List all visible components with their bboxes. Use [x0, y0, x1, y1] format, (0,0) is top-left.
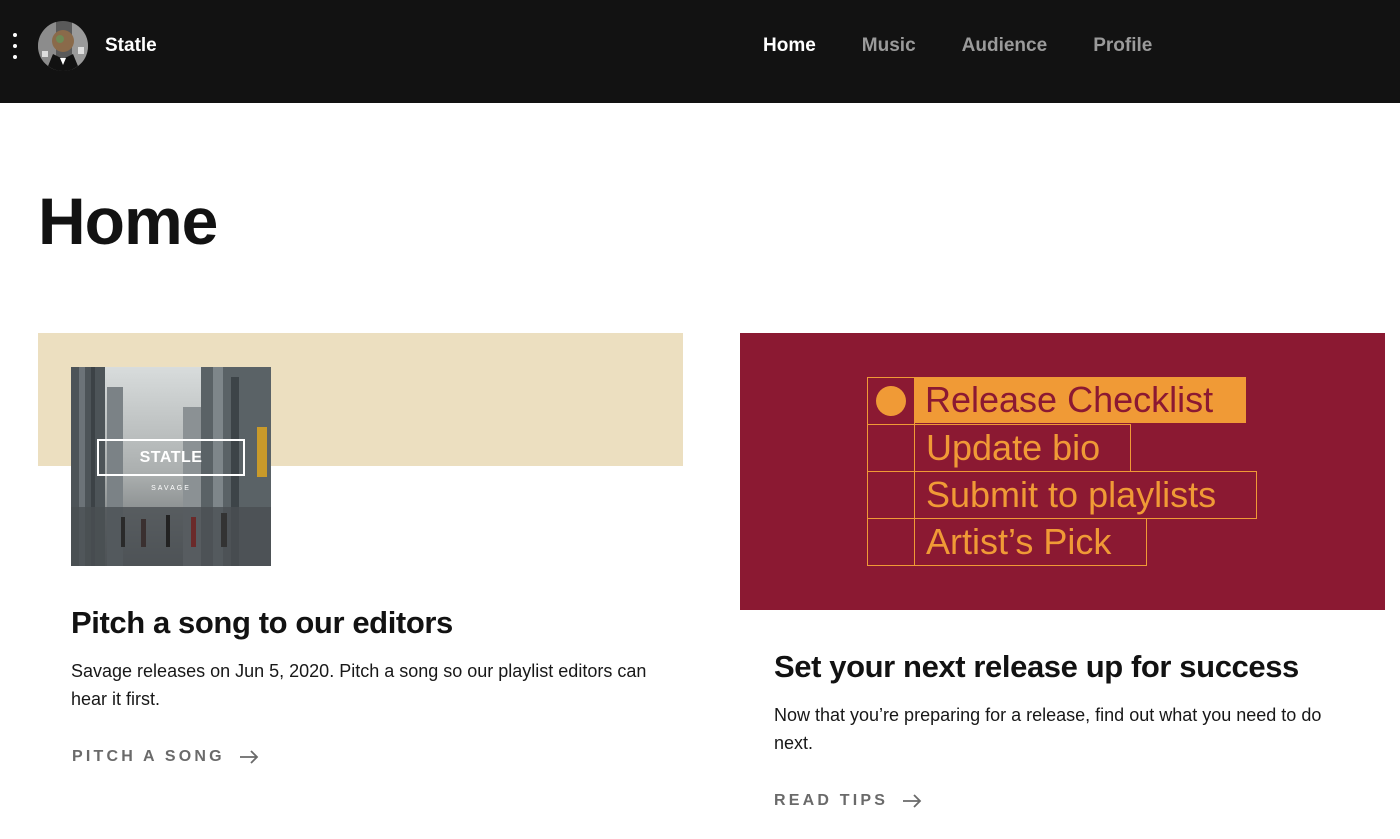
main-nav: Home Music Audience Profile: [763, 35, 1152, 57]
avatar[interactable]: [38, 21, 88, 71]
nav-item-home[interactable]: Home: [763, 35, 816, 57]
checklist-cell: [867, 471, 915, 519]
checklist-item: Update bio: [914, 424, 1131, 472]
nav-item-music[interactable]: Music: [862, 35, 916, 57]
release-cover-art[interactable]: STATLE SAVAGE: [71, 367, 271, 566]
pitch-card-title: Pitch a song to our editors: [71, 605, 453, 640]
checklist-item: Submit to playlists: [914, 471, 1257, 519]
pitch-card-description: Savage releases on Jun 5, 2020. Pitch a …: [71, 661, 647, 709]
cover-title: STATLE: [139, 448, 203, 466]
nav-item-profile[interactable]: Profile: [1093, 35, 1152, 57]
page-title: Home: [38, 184, 218, 258]
arrow-right-icon: [239, 750, 259, 764]
checklist-item: Release Checklist: [914, 377, 1246, 423]
release-card-title: Set your next release up for success: [774, 649, 1299, 684]
checklist-cell: [867, 518, 915, 566]
top-nav-bar: Statle Home Music Audience Profile: [0, 0, 1400, 103]
arrow-right-icon: [903, 794, 922, 808]
release-tips-banner[interactable]: Release Checklist Update bio Submit to p…: [740, 333, 1385, 610]
checklist-dot-icon: [876, 386, 906, 416]
cover-subtitle: SAVAGE: [151, 485, 191, 492]
read-tips-label: READ TIPS: [774, 792, 889, 809]
release-card-description: Now that you’re preparing for a release,…: [774, 705, 1322, 753]
cover-title-box: STATLE: [97, 439, 245, 476]
artist-name[interactable]: Statle: [105, 35, 157, 57]
pitch-a-song-link[interactable]: PITCH A SONG: [72, 748, 259, 766]
nav-item-audience[interactable]: Audience: [962, 35, 1048, 57]
pitch-a-song-label: PITCH A SONG: [72, 748, 225, 765]
checklist-cell: [867, 424, 915, 472]
more-vertical-icon[interactable]: [8, 31, 22, 61]
checklist-item: Artist’s Pick: [914, 518, 1147, 566]
read-tips-link[interactable]: READ TIPS: [774, 792, 922, 810]
